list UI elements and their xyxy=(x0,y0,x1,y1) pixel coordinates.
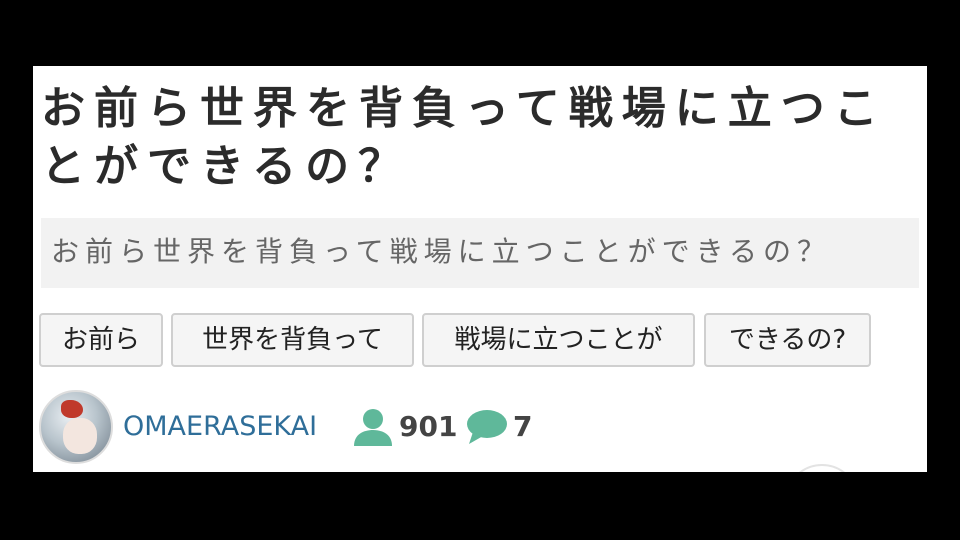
tag-button[interactable]: お前ら xyxy=(39,313,163,367)
comment-count: 7 xyxy=(513,410,533,443)
author-name[interactable]: OMAERASEKAI xyxy=(123,410,317,444)
user-icon xyxy=(354,409,392,446)
partial-circle-button[interactable] xyxy=(785,464,859,472)
speech-bubble-icon xyxy=(467,410,507,444)
article-card: お前ら世界を背負って戦場に立つことができるの？ お前ら世界を背負って戦場に立つこ… xyxy=(33,66,927,472)
avatar-face xyxy=(63,418,97,454)
follower-count: 901 xyxy=(399,410,458,443)
tag-button[interactable]: 世界を背負って xyxy=(171,313,414,367)
subtitle-box: お前ら世界を背負って戦場に立つことができるの？ xyxy=(41,218,919,288)
tag-button[interactable]: できるの? xyxy=(704,313,871,367)
subtitle-text: お前ら世界を背負って戦場に立つことができるの？ xyxy=(51,235,832,268)
tag-button[interactable]: 戦場に立つことが xyxy=(422,313,695,367)
author-row: OMAERASEKAI 901 7 xyxy=(39,390,639,466)
page-title: お前ら世界を背負って戦場に立つことができるの？ xyxy=(41,83,887,192)
avatar[interactable] xyxy=(39,390,113,464)
avatar-bow xyxy=(61,400,83,418)
